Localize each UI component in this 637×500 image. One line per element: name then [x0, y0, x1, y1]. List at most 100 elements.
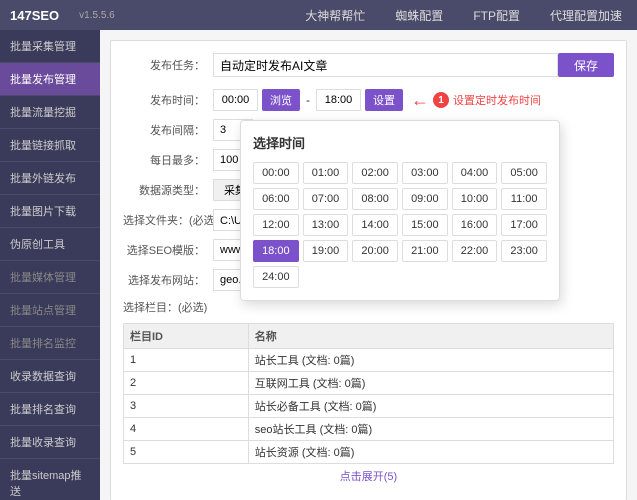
file-label: 选择文件夹：(必选)	[123, 212, 213, 228]
time-cell[interactable]: 11:00	[501, 188, 547, 210]
table-row[interactable]: 3站长必备工具 (文档: 0篇)	[124, 395, 614, 418]
time-cell[interactable]: 02:00	[352, 162, 398, 184]
time-cell[interactable]: 13:00	[303, 214, 349, 236]
cell-name: 站长资源 (文档: 0篇)	[248, 441, 613, 464]
sidebar-item-11[interactable]: 批量排名查询	[0, 393, 100, 426]
task-input[interactable]	[213, 53, 558, 77]
content-area: 发布任务： 保存 发布时间： 浏览 - 设置 ←	[100, 30, 637, 500]
sidebar-item-5[interactable]: 批量图片下载	[0, 195, 100, 228]
more-link[interactable]: 点击展开(5)	[340, 471, 397, 483]
task-row: 发布任务： 保存	[123, 53, 614, 77]
time-cell[interactable]: 06:00	[253, 188, 299, 210]
cell-name: seo站长工具 (文档: 0篇)	[248, 418, 613, 441]
time-cell[interactable]: 08:00	[352, 188, 398, 210]
table-container: 选择栏目：(必选) 栏目ID 名称 1站长工具 (文档: 0篇)2互联网工具 (…	[123, 299, 614, 488]
time-set-btn[interactable]: 设置	[365, 89, 403, 111]
time-start-input[interactable]	[213, 89, 258, 111]
top-bar: 147SEO v1.5.5.6 大神帮帮忙 蜘蛛配置 FTP配置 代理配置加速	[0, 0, 637, 30]
sections-table: 栏目ID 名称 1站长工具 (文档: 0篇)2互联网工具 (文档: 0篇)3站长…	[123, 323, 614, 464]
time-cell[interactable]: 16:00	[452, 214, 498, 236]
nav-item-0[interactable]: 大神帮帮忙	[300, 7, 370, 24]
time-control: 浏览 - 设置 ← 1 设置定时发布时间	[213, 89, 541, 111]
sidebar-item-12[interactable]: 批量收录查询	[0, 426, 100, 459]
app-logo: 147SEO	[10, 8, 59, 23]
app-container: 147SEO v1.5.5.6 大神帮帮忙 蜘蛛配置 FTP配置 代理配置加速 …	[0, 0, 637, 500]
cell-id: 1	[124, 349, 249, 372]
time-cell[interactable]: 21:00	[402, 240, 448, 262]
cell-name: 互联网工具 (文档: 0篇)	[248, 372, 613, 395]
time-cell[interactable]: 19:00	[303, 240, 349, 262]
sidebar-item-8[interactable]: 批量站点管理	[0, 294, 100, 327]
time-picker-overlay: 选择时间 00:0001:0002:0003:0004:0005:00 06:00…	[240, 120, 560, 301]
col-header-id: 栏目ID	[124, 324, 249, 349]
time-picker-title: 选择时间	[253, 133, 547, 152]
time-cell[interactable]: 09:00	[402, 188, 448, 210]
save-button[interactable]: 保存	[558, 53, 614, 77]
time-label: 发布时间：	[123, 92, 213, 108]
source-label: 数据源类型：	[123, 182, 213, 198]
section-label-row: 选择栏目：(必选)	[123, 299, 614, 315]
app-version: v1.5.5.6	[79, 10, 115, 21]
cell-name: 站长工具 (文档: 0篇)	[248, 349, 613, 372]
time-cell[interactable]: 04:00	[452, 162, 498, 184]
time-cell[interactable]: 03:00	[402, 162, 448, 184]
sidebar-item-2[interactable]: 批量流量挖掘	[0, 96, 100, 129]
time-cell[interactable]: 24:00	[253, 266, 299, 288]
time-cell[interactable]: 23:00	[501, 240, 547, 262]
time-cell[interactable]: 18:00	[253, 240, 299, 262]
annotation-1-circle: 1	[433, 92, 449, 108]
table-row[interactable]: 5站长资源 (文档: 0篇)	[124, 441, 614, 464]
sidebar-item-7[interactable]: 批量媒体管理	[0, 261, 100, 294]
sidebar-item-0[interactable]: 批量采集管理	[0, 30, 100, 63]
sidebar: 批量采集管理 批量发布管理 批量流量挖掘 批量链接抓取 批量外链发布 批量图片下…	[0, 30, 100, 500]
cell-name: 站长必备工具 (文档: 0篇)	[248, 395, 613, 418]
sidebar-item-9[interactable]: 批量排名监控	[0, 327, 100, 360]
time-end-input[interactable]	[316, 89, 361, 111]
time-cell[interactable]: 15:00	[402, 214, 448, 236]
time-cell[interactable]: 22:00	[452, 240, 498, 262]
time-row: 发布时间： 浏览 - 设置 ← 1 设置定时发布时间	[123, 89, 614, 111]
cell-id: 4	[124, 418, 249, 441]
time-cell[interactable]: 14:00	[352, 214, 398, 236]
nav-item-2[interactable]: FTP配置	[468, 7, 525, 24]
nav-item-1[interactable]: 蜘蛛配置	[390, 7, 448, 24]
arrow-icon-1: ←	[411, 90, 429, 111]
col-header-name: 名称	[248, 324, 613, 349]
time-cell[interactable]: 10:00	[452, 188, 498, 210]
time-cell[interactable]: 20:00	[352, 240, 398, 262]
nav-item-3[interactable]: 代理配置加速	[545, 7, 627, 24]
content-wrapper: 发布任务： 保存 发布时间： 浏览 - 设置 ←	[110, 40, 627, 500]
section-label: 选择栏目：(必选)	[123, 299, 213, 315]
table-row[interactable]: 2互联网工具 (文档: 0篇)	[124, 372, 614, 395]
main-layout: 批量采集管理 批量发布管理 批量流量挖掘 批量链接抓取 批量外链发布 批量图片下…	[0, 30, 637, 500]
more-row: 点击展开(5)	[123, 464, 614, 488]
time-cell[interactable]: 01:00	[303, 162, 349, 184]
time-cell[interactable]: 00:00	[253, 162, 299, 184]
sidebar-item-4[interactable]: 批量外链发布	[0, 162, 100, 195]
time-browse-btn[interactable]: 浏览	[262, 89, 300, 111]
top-nav: 大神帮帮忙 蜘蛛配置 FTP配置 代理配置加速	[300, 7, 627, 24]
table-header-row: 栏目ID 名称	[124, 324, 614, 349]
cell-id: 2	[124, 372, 249, 395]
time-grid: 00:0001:0002:0003:0004:0005:00 06:0007:00…	[253, 162, 547, 288]
time-cell[interactable]: 07:00	[303, 188, 349, 210]
sidebar-item-3[interactable]: 批量链接抓取	[0, 129, 100, 162]
sidebar-item-10[interactable]: 收录数据查询	[0, 360, 100, 393]
sidebar-item-1[interactable]: 批量发布管理	[0, 63, 100, 96]
time-cell[interactable]: 05:00	[501, 162, 547, 184]
sidebar-item-6[interactable]: 伪原创工具	[0, 228, 100, 261]
time-cell[interactable]: 17:00	[501, 214, 547, 236]
annotation-1-text: 设置定时发布时间	[453, 92, 541, 108]
daily-label: 每日最多：	[123, 152, 213, 168]
table-row[interactable]: 1站长工具 (文档: 0篇)	[124, 349, 614, 372]
cell-id: 3	[124, 395, 249, 418]
interval-label: 发布间隔：	[123, 122, 213, 138]
sidebar-item-13[interactable]: 批量sitemap推送	[0, 459, 100, 500]
cell-id: 5	[124, 441, 249, 464]
time-dash: -	[306, 93, 310, 107]
time-cell[interactable]: 12:00	[253, 214, 299, 236]
seo-label: 选择SEO模版：	[123, 242, 213, 258]
table-row[interactable]: 4seo站长工具 (文档: 0篇)	[124, 418, 614, 441]
site-label: 选择发布网站：	[123, 272, 213, 288]
task-label: 发布任务：	[123, 57, 213, 73]
